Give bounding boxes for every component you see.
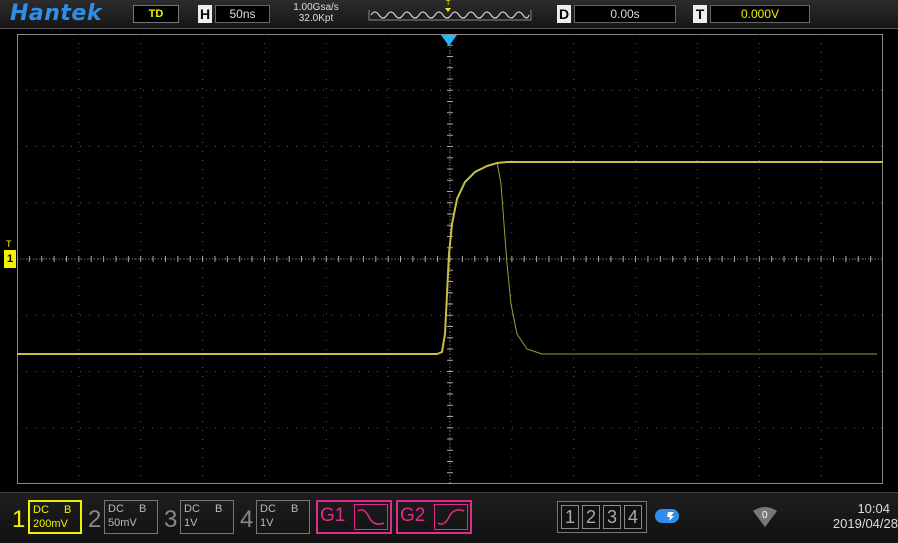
- channel-settings: DC B 200mV: [28, 500, 82, 534]
- clock-date: 2019/04/28: [832, 516, 898, 531]
- memory-position-bar[interactable]: T: [365, 0, 535, 23]
- bandwidth-limit: B: [138, 503, 147, 515]
- bandwidth-limit: B: [63, 504, 72, 516]
- wifi-value: 0: [762, 510, 768, 521]
- channel-settings: DC B 1V: [256, 500, 310, 534]
- brand-logo: Hantek: [10, 1, 102, 26]
- generator-label: G1: [320, 505, 346, 526]
- delay-value[interactable]: 0.00s: [574, 5, 676, 23]
- volts-per-div: 1V: [184, 517, 198, 529]
- coupling: DC: [33, 504, 49, 516]
- ch1-offset-marker[interactable]: 1: [4, 250, 16, 268]
- trigger-label: T: [693, 5, 707, 23]
- waveform-display[interactable]: [17, 34, 883, 484]
- channel-number: 1: [12, 506, 26, 533]
- volts-per-div: 50mV: [108, 517, 137, 529]
- channel-number: 2: [88, 506, 102, 533]
- horizontal-label: H: [198, 5, 212, 23]
- channel-settings: DC B 1V: [180, 500, 234, 534]
- volts-per-div: 200mV: [33, 518, 68, 530]
- delay-label: D: [557, 5, 571, 23]
- sine-wave-icon: [434, 504, 468, 530]
- channel-number: 4: [240, 506, 254, 533]
- channel-number: 3: [164, 506, 178, 533]
- trigger-level-value[interactable]: 0.000V: [710, 5, 810, 23]
- coupling: DC: [108, 503, 124, 515]
- math-channel-4[interactable]: 4: [624, 505, 642, 529]
- timebase-value[interactable]: 50ns: [215, 5, 270, 23]
- top-status-bar: Hantek TD H 50ns 1.00Gsa/s 32.0Kpt T D 0…: [0, 0, 898, 29]
- generator-1-button[interactable]: G1: [316, 500, 392, 534]
- acquisition-info: 1.00Gsa/s 32.0Kpt: [282, 2, 350, 24]
- memory-depth: 32.0Kpt: [298, 13, 334, 24]
- sine-wave-icon: [354, 504, 388, 530]
- channel-settings: DC B 50mV: [104, 500, 158, 534]
- coupling: DC: [260, 503, 276, 515]
- clock-time: 10:04: [857, 501, 890, 516]
- bandwidth-limit: B: [214, 503, 223, 515]
- math-channel-3[interactable]: 3: [603, 505, 621, 529]
- math-channel-1[interactable]: 1: [561, 505, 579, 529]
- trigger-position-marker[interactable]: [441, 35, 457, 46]
- coupling: DC: [184, 503, 200, 515]
- trigger-level-marker: T: [6, 239, 12, 249]
- trigger-marker-label: T: [446, 0, 451, 7]
- math-channel-2[interactable]: 2: [582, 505, 600, 529]
- sample-rate: 1.00Gsa/s: [293, 2, 339, 13]
- bottom-channel-bar: 1 DC B 200mV 2 DC B 50mV 3 DC B 1V 4 DC …: [0, 492, 898, 543]
- trigger-mode-button[interactable]: TD: [133, 5, 179, 23]
- generator-2-button[interactable]: G2: [396, 500, 472, 534]
- ch1-trace: [17, 161, 883, 355]
- math-channel-selector[interactable]: 1 2 3 4: [557, 501, 647, 533]
- bandwidth-limit: B: [290, 503, 299, 515]
- wifi-icon: 0: [750, 505, 780, 529]
- usb-icon: [653, 506, 683, 526]
- generator-label: G2: [400, 505, 426, 526]
- volts-per-div: 1V: [260, 517, 274, 529]
